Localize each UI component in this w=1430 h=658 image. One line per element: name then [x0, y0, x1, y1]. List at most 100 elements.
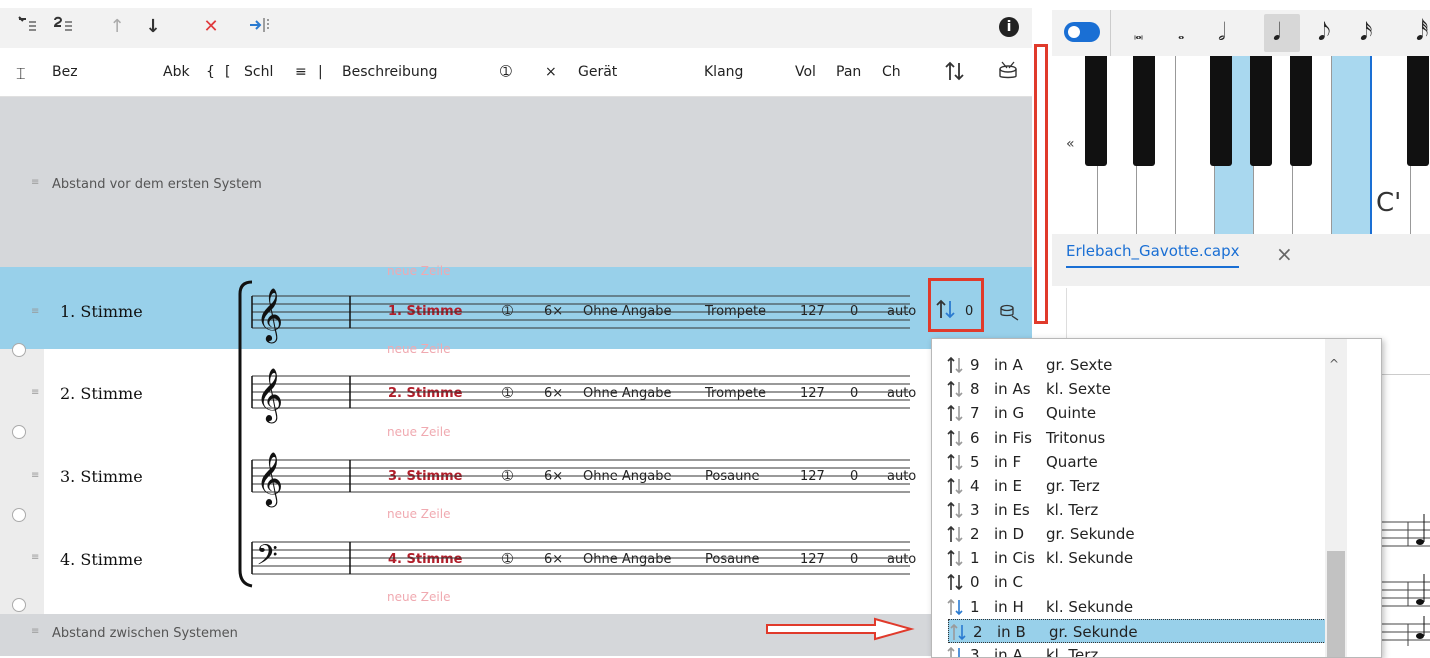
col-beschreibung[interactable]: Beschreibung	[342, 64, 438, 80]
drum-toggle-icon[interactable]	[998, 302, 1020, 326]
treble-clef-icon: 𝄞	[256, 287, 283, 343]
transpose-option[interactable]: 3 in Es kl. Terz	[946, 498, 1324, 522]
sixteenth-note-icon[interactable]: 𝅘𝅥𝅯	[1360, 18, 1372, 46]
document-tab[interactable]: Erlebach_Gavotte.capx	[1066, 242, 1240, 268]
transpose-icon	[947, 646, 960, 657]
col-drum-icon[interactable]	[997, 60, 1019, 86]
col-bez[interactable]: Bez	[52, 64, 78, 80]
transpose-steps: 7	[970, 404, 980, 422]
transpose-key: in Cis	[994, 549, 1035, 567]
staff-gap-handle-icon[interactable]	[12, 425, 26, 439]
drag-handle-icon[interactable]: ≡	[31, 470, 39, 481]
whole-note-icon[interactable]: 𝅝	[1178, 24, 1184, 44]
col-geraet[interactable]: Gerät	[578, 64, 617, 80]
transpose-icon	[947, 429, 963, 447]
black-key[interactable]	[1407, 56, 1429, 166]
quarter-note-selected[interactable]: 𝅘𝅥	[1264, 14, 1300, 52]
row-height-icon[interactable]: ⌶	[16, 64, 26, 84]
transpose-icon	[947, 501, 963, 519]
col-lines[interactable]: ≡	[295, 64, 307, 80]
transpose-option[interactable]: 6 in Fis Tritonus	[946, 426, 1324, 450]
col-brace[interactable]: {	[206, 64, 215, 80]
scrollbar-thumb[interactable]	[1327, 551, 1345, 657]
white-key-highlighted[interactable]	[1332, 56, 1372, 234]
col-schl[interactable]: Schl	[244, 64, 273, 80]
move-down-icon[interactable]: ↓	[140, 14, 166, 40]
transpose-steps: 1	[970, 549, 980, 567]
close-tab-icon[interactable]: ×	[1276, 242, 1293, 266]
transpose-interval: gr. Sexte	[1046, 356, 1113, 374]
transpose-steps: 2	[970, 525, 980, 543]
move-up-icon[interactable]: ↑	[104, 14, 130, 40]
transpose-interval: gr. Sekunde	[1046, 525, 1135, 543]
staff-gap-handle-icon[interactable]	[12, 508, 26, 522]
transpose-interval: kl. Sekunde	[1046, 549, 1134, 567]
half-note-icon[interactable]: 𝅗𝅥	[1218, 18, 1226, 46]
info-icon[interactable]: i	[996, 14, 1022, 40]
transpose-option[interactable]: 1 in H kl. Sekunde	[946, 595, 1324, 619]
col-transpose-icon[interactable]	[944, 60, 970, 86]
transpose-key: in E	[994, 477, 1022, 495]
black-key[interactable]	[1250, 56, 1272, 166]
indent-icon[interactable]	[246, 14, 272, 40]
breve-note-icon[interactable]: 𝅜	[1134, 24, 1143, 44]
transpose-interval: kl. Sekunde	[1046, 598, 1134, 616]
thirtysecond-note-icon[interactable]: 𝅘𝅥𝅰	[1416, 18, 1428, 46]
staff-name: 2. Stimme	[60, 384, 143, 403]
column-header: ⌶ Bez Abk { [ Schl ≡ | Beschreibung ➀ × …	[0, 50, 1032, 97]
col-pan[interactable]: Pan	[836, 64, 861, 80]
info-label: i	[999, 17, 1019, 37]
black-key[interactable]	[1290, 56, 1312, 166]
dropdown-scrollbar[interactable]: ^	[1325, 339, 1347, 657]
black-key[interactable]	[1085, 56, 1107, 166]
transpose-option[interactable]: 7 in G Quinte	[946, 401, 1324, 425]
toggle-switch[interactable]	[1064, 22, 1100, 42]
transpose-interval: Quinte	[1046, 404, 1097, 422]
transpose-icon	[947, 380, 963, 398]
transpose-icon	[950, 623, 966, 641]
transpose-option[interactable]: 4 in E gr. Terz	[946, 474, 1324, 498]
drag-handle-icon[interactable]: ≡	[31, 626, 39, 637]
staff-toolbar: ↑ ↓ ✕ i	[0, 8, 1032, 48]
transpose-option[interactable]: 2 in B gr. Sekunde	[948, 619, 1326, 643]
col-barline[interactable]: |	[318, 64, 323, 80]
transpose-option[interactable]: 0 in C	[946, 570, 1324, 594]
transpose-option[interactable]: 5 in F Quarte	[946, 450, 1324, 474]
transpose-steps: 2	[973, 623, 983, 641]
spacing-before-first-band[interactable]: ≡ Abstand vor dem ersten System	[0, 97, 1032, 267]
insert-staff-below-icon[interactable]	[50, 14, 76, 40]
transpose-option[interactable]: 2 in D gr. Sekunde	[946, 522, 1324, 546]
spacing-between-label: Abstand zwischen Systemen	[52, 626, 238, 641]
transpose-key: in D	[994, 525, 1024, 543]
col-klang[interactable]: Klang	[704, 64, 743, 80]
transpose-icon	[947, 525, 963, 543]
drag-handle-icon[interactable]: ≡	[31, 177, 39, 188]
col-circle-one[interactable]: ➀	[500, 64, 512, 80]
eighth-note-icon[interactable]: 𝅘𝅥𝅮	[1318, 18, 1330, 46]
col-bracket[interactable]: [	[225, 64, 230, 80]
drag-handle-icon[interactable]: ≡	[31, 552, 39, 563]
transpose-steps: 3	[970, 501, 980, 519]
black-key[interactable]	[1133, 56, 1155, 166]
black-key[interactable]	[1210, 56, 1232, 166]
transpose-steps: 0	[970, 573, 980, 591]
delete-staff-icon[interactable]: ✕	[198, 14, 224, 40]
transpose-key: in Es	[994, 501, 1030, 519]
transpose-option[interactable]: 1 in Cis kl. Sekunde	[946, 546, 1324, 570]
scroll-up-icon[interactable]: ^	[1329, 357, 1339, 371]
collapse-keyboard-icon[interactable]: «	[1066, 136, 1075, 152]
staff-gap-handle-icon[interactable]	[12, 343, 26, 357]
insert-staff-above-icon[interactable]	[14, 14, 40, 40]
staff-name: 3. Stimme	[60, 467, 143, 486]
col-vol[interactable]: Vol	[795, 64, 816, 80]
transpose-option[interactable]: 9 in A gr. Sexte	[946, 353, 1324, 377]
transpose-key: in A	[994, 356, 1023, 374]
col-abk[interactable]: Abk	[163, 64, 190, 80]
staff-gap-handle-icon[interactable]	[12, 598, 26, 612]
drag-handle-icon[interactable]: ≡	[31, 306, 39, 317]
col-count[interactable]: ×	[545, 64, 557, 80]
transpose-option[interactable]: 8 in As kl. Sexte	[946, 377, 1324, 401]
drag-handle-icon[interactable]: ≡	[31, 387, 39, 398]
col-ch[interactable]: Ch	[882, 64, 901, 80]
transpose-key: in Fis	[994, 429, 1032, 447]
